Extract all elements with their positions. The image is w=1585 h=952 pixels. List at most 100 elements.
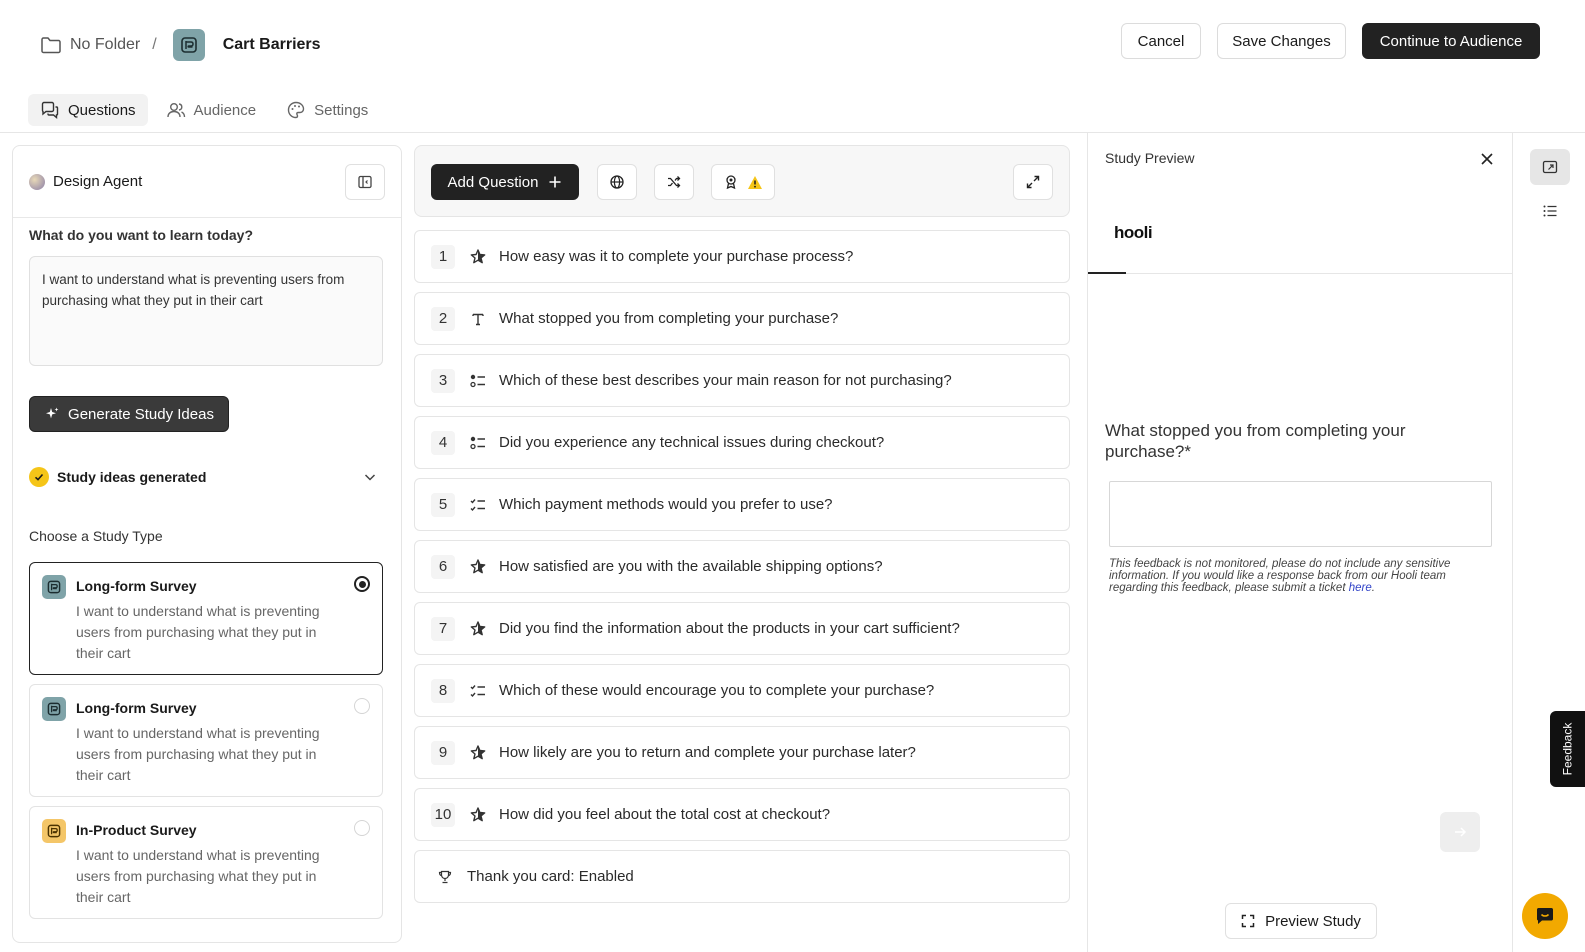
design-agent-title: Design Agent <box>53 173 143 190</box>
thank-you-card-label: Thank you card: Enabled <box>467 868 634 885</box>
ticket-link[interactable]: here <box>1349 582 1372 594</box>
header-divider <box>0 132 1585 133</box>
generate-study-ideas-label: Generate Study Ideas <box>68 405 214 423</box>
collapse-panel-button[interactable] <box>345 163 385 200</box>
tab-settings-label: Settings <box>314 101 369 119</box>
question-text: Did you experience any technical issues … <box>499 434 885 451</box>
fullscreen-icon <box>1241 914 1255 928</box>
question-number: 9 <box>431 740 455 765</box>
preview-next-button[interactable] <box>1440 812 1480 852</box>
study-type-radio[interactable] <box>354 698 370 714</box>
trophy-icon <box>437 869 453 885</box>
preview-study-button[interactable]: Preview Study <box>1225 903 1377 939</box>
question-item[interactable]: 6 How satisfied are you with the availab… <box>414 540 1070 593</box>
question-item[interactable]: 10 How did you feel about the total cost… <box>414 788 1070 841</box>
study-type-description: I want to understand what is preventing … <box>76 847 320 905</box>
agent-avatar-icon <box>29 173 45 190</box>
plus-icon <box>549 176 561 188</box>
randomize-button[interactable] <box>654 164 694 200</box>
generate-study-ideas-button[interactable]: Generate Study Ideas <box>29 396 229 432</box>
question-text: How did you feel about the total cost at… <box>499 806 831 823</box>
arrow-right-icon <box>1455 827 1467 837</box>
add-question-button[interactable]: Add Question <box>431 164 579 200</box>
study-type-card[interactable]: Long-form Survey I want to understand wh… <box>29 562 383 675</box>
study-type-radio[interactable] <box>354 576 370 592</box>
preview-divider <box>1087 132 1088 952</box>
expand-button[interactable] <box>1013 164 1053 200</box>
single-choice-icon <box>469 434 487 452</box>
question-item[interactable]: 9 How likely are you to return and compl… <box>414 726 1070 779</box>
rail-divider <box>1512 132 1513 952</box>
save-changes-button[interactable]: Save Changes <box>1217 23 1346 59</box>
long-form-survey-icon <box>42 697 66 721</box>
rating-icon <box>469 558 487 576</box>
question-text: How satisfied are you with the available… <box>499 558 883 575</box>
question-text: What stopped you from completing your pu… <box>499 310 839 327</box>
chat-bubble-icon <box>1537 908 1553 924</box>
design-agent-header: Design Agent <box>13 146 401 218</box>
study-ideas-status: Study ideas generated <box>57 469 207 485</box>
users-icon <box>166 100 186 120</box>
incentive-warning-button[interactable] <box>711 164 775 200</box>
question-text: Which of these best describes your main … <box>499 372 952 389</box>
add-question-label: Add Question <box>447 173 539 191</box>
question-text: Which payment methods would you prefer t… <box>499 496 833 513</box>
question-number: 8 <box>431 678 455 703</box>
preview-window-icon <box>1542 160 1558 174</box>
cancel-button[interactable]: Cancel <box>1121 23 1201 59</box>
tab-questions[interactable]: Questions <box>28 94 148 126</box>
study-type-description: I want to understand what is preventing … <box>76 725 320 783</box>
chevron-down-icon <box>363 470 377 484</box>
question-number: 1 <box>431 244 455 269</box>
preview-answer-input[interactable] <box>1109 481 1492 547</box>
preview-progress-fill <box>1088 272 1126 274</box>
globe-icon <box>610 175 624 189</box>
study-type-card[interactable]: In-Product Survey I want to understand w… <box>29 806 383 919</box>
study-type-card[interactable]: Long-form Survey I want to understand wh… <box>29 684 383 797</box>
prompt-input[interactable]: I want to understand what is preventing … <box>29 256 383 366</box>
chat-support-button[interactable] <box>1522 893 1568 939</box>
question-item[interactable]: 7 Did you find the information about the… <box>414 602 1070 655</box>
continue-to-audience-button[interactable]: Continue to Audience <box>1362 23 1540 59</box>
feedback-tab[interactable]: Feedback <box>1550 711 1585 787</box>
question-item[interactable]: 2 What stopped you from completing your … <box>414 292 1070 345</box>
list-icon <box>1543 205 1557 217</box>
preview-progress-track <box>1088 273 1512 274</box>
study-type-title: Long-form Survey <box>76 578 197 594</box>
tab-audience-label: Audience <box>193 101 257 119</box>
question-text: Did you find the information about the p… <box>499 620 960 637</box>
question-item[interactable]: 4 Did you experience any technical issue… <box>414 416 1070 469</box>
question-item[interactable]: 8 Which of these would encourage you to … <box>414 664 1070 717</box>
folder-link[interactable]: No Folder <box>70 36 140 54</box>
text-type-icon <box>469 310 487 328</box>
in-product-survey-icon <box>42 819 66 843</box>
study-type-description: I want to understand what is preventing … <box>76 603 320 661</box>
breadcrumb: No Folder / Cart Barriers <box>40 29 321 61</box>
language-button[interactable] <box>597 164 637 200</box>
thank-you-card[interactable]: Thank you card: Enabled <box>414 850 1070 903</box>
design-agent-panel: Design Agent What do you want to learn t… <box>12 145 402 943</box>
tab-settings[interactable]: Settings <box>274 94 380 126</box>
question-item[interactable]: 3 Which of these best describes your mai… <box>414 354 1070 407</box>
study-preview-title: Study Preview <box>1105 150 1195 166</box>
question-toolbar: Add Question <box>414 145 1070 217</box>
feedback-tab-label: Feedback <box>1560 722 1575 776</box>
question-item[interactable]: 1 How easy was it to complete your purch… <box>414 230 1070 283</box>
rating-icon <box>469 620 487 638</box>
close-preview-button[interactable] <box>1478 150 1496 168</box>
close-icon <box>1481 153 1493 165</box>
rating-icon <box>469 744 487 762</box>
sparkle-icon <box>46 407 59 419</box>
chat-icon <box>40 100 60 120</box>
preview-mode-button[interactable] <box>1530 149 1570 185</box>
study-type-title: Long-form Survey <box>76 700 197 716</box>
tab-audience[interactable]: Audience <box>154 94 269 126</box>
study-ideas-toggle[interactable]: Study ideas generated <box>29 464 383 490</box>
question-item[interactable]: 5 Which payment methods would you prefer… <box>414 478 1070 531</box>
preview-study-label: Preview Study <box>1265 912 1361 930</box>
shuffle-icon <box>668 176 681 188</box>
outline-button[interactable] <box>1530 193 1570 229</box>
study-type-radio[interactable] <box>354 820 370 836</box>
question-text: How easy was it to complete your purchas… <box>499 248 854 265</box>
study-type-title: In-Product Survey <box>76 822 197 838</box>
